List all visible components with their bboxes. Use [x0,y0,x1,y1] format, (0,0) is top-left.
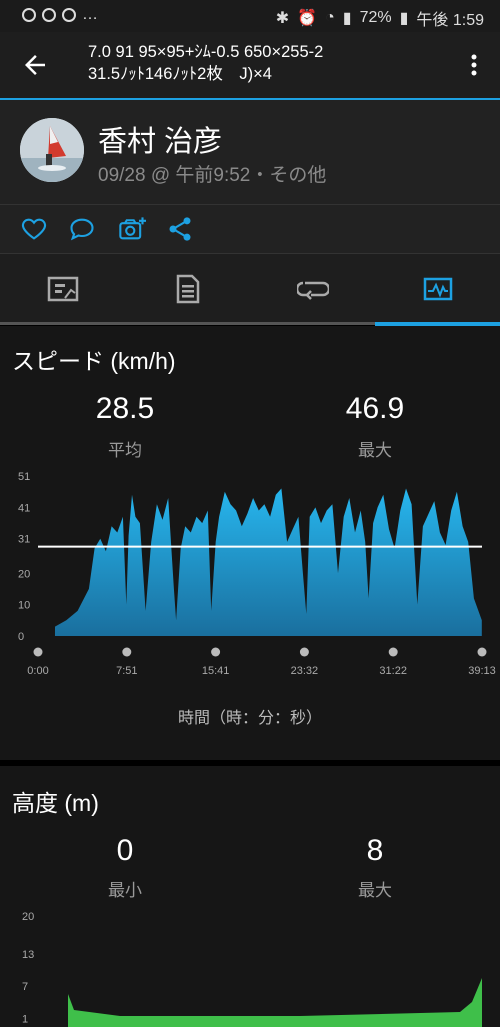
summary-map-icon [47,276,78,302]
tab-charts[interactable] [375,254,500,324]
tab-bar [0,254,500,324]
notification-icons: … [22,6,98,24]
avatar[interactable] [20,118,84,182]
app-bar: 7.0 91 95×95+ｼﾑ-0.5 650×255-2 31.5ﾉｯﾄ146… [0,32,500,100]
overflow-menu-icon[interactable] [464,50,484,80]
avg-speed-label: 平均 [108,441,142,460]
y-tick-label: 20 [22,911,34,923]
athlete-name[interactable]: 香村 治彦 [98,118,222,160]
battery-percent: 72% [359,9,392,26]
y-tick-label: 51 [18,471,30,483]
clock: 午後 1:59 [416,12,484,29]
x-tick-label: 23:32 [291,665,319,677]
signal-icon: ▮ [342,10,352,27]
min-elev-label: 最小 [108,881,142,900]
x-tick-label: 31:22 [379,665,407,677]
x-tick-label: 0:00 [27,665,48,677]
max-speed-label: 最大 [358,441,392,460]
alarm-icon: ⏰ [297,10,318,27]
x-tick-dot [33,647,43,657]
tab-laps[interactable] [250,254,375,324]
x-tick-dot [388,647,398,657]
speed-chart[interactable]: 0 10 20 31 41 51 0:00 7:51 15:41 23:32 31:22 39:13 [0,466,500,686]
x-tick-dot [477,647,487,657]
tab-summary[interactable] [0,254,125,324]
x-tick-label: 15:41 [202,665,230,677]
x-tick-dot [299,647,309,657]
windsurf-photo [20,118,84,182]
elevation-chart[interactable]: 1 7 13 20 [0,906,500,1027]
laps-icon [296,281,329,300]
battery-icon: ▮ [399,10,409,27]
document-icon [176,274,199,304]
more-notifications-icon: … [82,6,98,23]
line-icon [22,8,36,22]
speed-area [54,488,482,636]
activity-datetime: 09/28 @ 午前9:52・その他 [98,165,327,186]
chart-icon [423,277,452,301]
speed-card: スピード (km/h) 28.5 平均 46.9 最大 0 10 20 31 41 51 0… [0,326,500,760]
speed-xlabel: 時間（時：分：秒） [177,710,322,727]
sync-icon [42,8,56,22]
max-elev-label: 最大 [358,881,392,900]
profile-header: 香村 治彦 09/28 @ 午前9:52・その他 [0,100,500,205]
y-tick-label: 0 [18,631,24,643]
share-icon[interactable] [166,215,194,243]
elevation-card: 高度 (m) 0 最小 8 最大 1 7 13 20 [0,766,500,1027]
bluetooth-icon: ✱ [275,10,290,27]
tab-details[interactable] [125,254,250,324]
x-tick-label: 39:13 [468,665,496,677]
y-tick-label: 31 [18,534,30,546]
activity-title: 7.0 91 95×95+ｼﾑ-0.5 650×255-2 31.5ﾉｯﾄ146… [88,43,324,83]
camera-add-icon[interactable] [118,215,146,243]
x-tick-dot [122,647,132,657]
back-arrow-icon[interactable] [20,50,50,80]
wifi-icon: ◔ [325,9,335,26]
heart-icon[interactable] [20,215,48,243]
y-tick-label: 7 [22,981,28,993]
comment-icon[interactable] [68,215,96,243]
max-elev-value: 8 [366,834,384,867]
y-tick-label: 1 [22,1014,28,1026]
y-tick-label: 13 [22,949,34,961]
elevation-area [68,978,482,1027]
y-tick-label: 10 [18,600,30,612]
avg-speed-value: 28.5 [95,392,155,425]
speed-title: スピード (km/h) [12,348,176,374]
min-elev-value: 0 [116,834,134,867]
max-speed-value: 46.9 [345,392,405,425]
elevation-title: 高度 (m) [12,790,99,816]
sync-icon-2 [62,8,76,22]
y-tick-label: 20 [18,568,30,580]
x-tick-label: 7:51 [116,665,137,677]
y-tick-label: 41 [18,502,30,514]
action-bar [0,205,500,254]
x-tick-dot [211,647,221,657]
status-bar: … ✱ ⏰ ◔ ▮ 72% ▮ 午後 1:59 [0,0,500,32]
